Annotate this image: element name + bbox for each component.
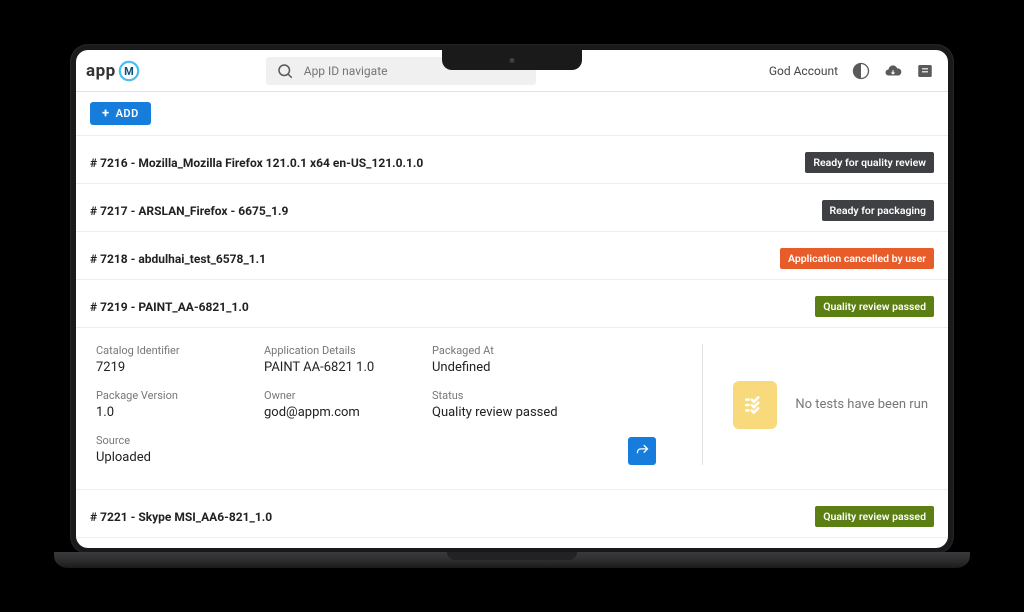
list-row[interactable]: # 7218 - abdulhai_test_6578_1.1 Applicat… (76, 238, 948, 280)
row-title: # 7219 - PAINT_AA-6821_1.0 (90, 300, 249, 314)
laptop-camera (510, 58, 515, 63)
field-value: Undefined (432, 360, 558, 375)
field-owner: Owner god@appm.com (264, 389, 384, 420)
tests-panel: No tests have been run (702, 344, 928, 465)
field-value: 7219 (96, 360, 216, 375)
laptop-lid: app (70, 44, 954, 554)
subtoolbar: + ADD (76, 92, 948, 136)
list-row[interactable]: # 7221 - Skype MSI_AA6-821_1.0 Quality r… (76, 496, 948, 538)
field-app-details: Application Details PAINT AA-6821 1.0 (264, 344, 384, 375)
search-icon (276, 62, 294, 80)
field-value: Uploaded (96, 450, 216, 465)
field-value: 1.0 (96, 405, 216, 420)
package-list: # 7216 - Mozilla_Mozilla Firefox 121.0.1… (76, 136, 948, 548)
field-catalog-id: Catalog Identifier 7219 (96, 344, 216, 375)
field-label: Source (96, 434, 216, 447)
field-label: Packaged At (432, 344, 558, 357)
field-source: Source Uploaded (96, 434, 216, 465)
row-title: # 7221 - Skype MSI_AA6-821_1.0 (90, 510, 272, 524)
status-badge: Application cancelled by user (780, 248, 934, 269)
field-value: PAINT AA-6821 1.0 (264, 360, 384, 375)
field-value: god@appm.com (264, 405, 384, 420)
list-row[interactable]: # 7216 - Mozilla_Mozilla Firefox 121.0.1… (76, 142, 948, 184)
logo-circle-icon: M (118, 60, 140, 82)
field-label: Catalog Identifier (96, 344, 216, 357)
share-icon (635, 442, 650, 460)
laptop-mockup: app (70, 44, 954, 568)
logo-letter: M (124, 65, 134, 78)
tests-message: No tests have been run (795, 397, 928, 412)
plus-icon: + (102, 107, 110, 120)
field-label: Application Details (264, 344, 384, 357)
details-col-3: Packaged At Undefined Status Quality rev… (432, 344, 558, 465)
cloud-download-icon[interactable] (884, 62, 902, 80)
settings-panel-icon[interactable] (916, 62, 934, 80)
row-details-panel: Catalog Identifier 7219 Package Version … (76, 328, 948, 490)
laptop-notch (442, 50, 582, 70)
checklist-icon (733, 381, 777, 429)
app-logo[interactable]: app (80, 60, 146, 82)
laptop-base (54, 552, 970, 568)
topbar-right: God Account (769, 62, 934, 80)
status-badge: Quality review passed (815, 506, 934, 527)
details-columns: Catalog Identifier 7219 Package Version … (96, 344, 656, 465)
status-badge: Ready for quality review (805, 152, 934, 173)
theme-toggle-icon[interactable] (852, 62, 870, 80)
field-status: Status Quality review passed (432, 389, 558, 420)
field-package-version: Package Version 1.0 (96, 389, 216, 420)
share-button[interactable] (628, 437, 656, 465)
list-row[interactable]: # 7223 - Test123_Test_1.5 Application ca… (76, 544, 948, 548)
user-label[interactable]: God Account (769, 64, 838, 78)
logo-text: app (86, 61, 116, 81)
add-button[interactable]: + ADD (90, 102, 151, 125)
field-label: Owner (264, 389, 384, 402)
row-title: # 7218 - abdulhai_test_6578_1.1 (90, 252, 266, 266)
app-screen: app (76, 50, 948, 548)
status-badge: Quality review passed (815, 296, 934, 317)
list-row[interactable]: # 7217 - ARSLAN_Firefox - 6675_1.9 Ready… (76, 190, 948, 232)
list-row-expanded-header[interactable]: # 7219 - PAINT_AA-6821_1.0 Quality revie… (76, 286, 948, 328)
field-label: Package Version (96, 389, 216, 402)
details-col-2: Application Details PAINT AA-6821 1.0 Ow… (264, 344, 384, 465)
field-value: Quality review passed (432, 405, 558, 420)
row-title: # 7217 - ARSLAN_Firefox - 6675_1.9 (90, 204, 288, 218)
row-title: # 7216 - Mozilla_Mozilla Firefox 121.0.1… (90, 156, 423, 170)
app-root: app (76, 50, 948, 548)
status-badge: Ready for packaging (822, 200, 935, 221)
field-label: Status (432, 389, 558, 402)
details-col-1: Catalog Identifier 7219 Package Version … (96, 344, 216, 465)
field-packaged-at: Packaged At Undefined (432, 344, 558, 375)
add-button-label: ADD (116, 107, 139, 120)
